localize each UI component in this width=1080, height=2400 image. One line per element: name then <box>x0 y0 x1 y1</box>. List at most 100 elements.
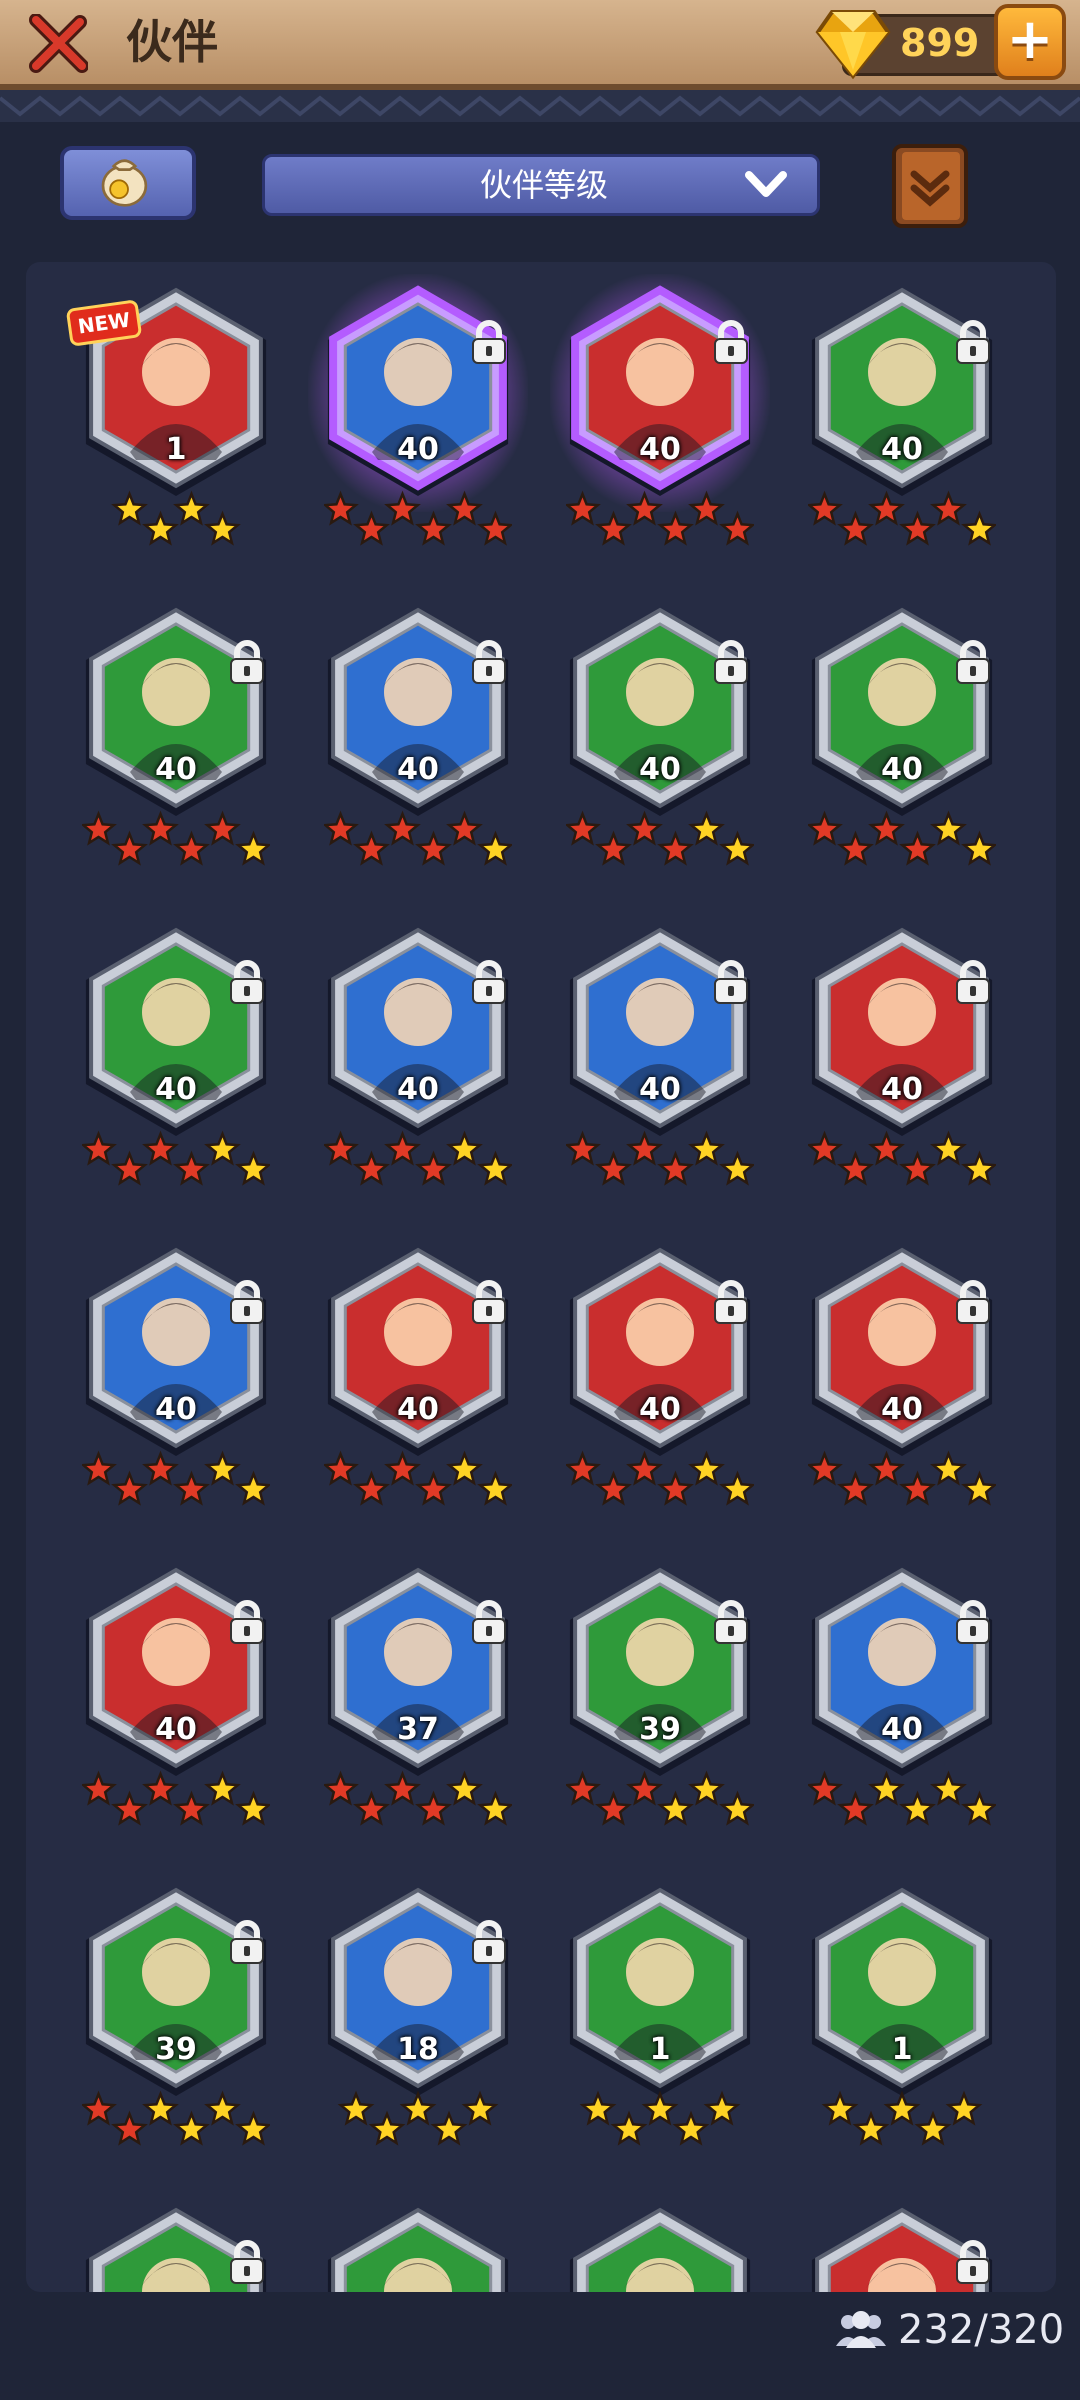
star-red <box>415 1470 452 1506</box>
group-icon <box>836 2311 886 2348</box>
lock-icon <box>714 320 748 364</box>
star-red <box>837 1470 874 1506</box>
star-red <box>82 1130 117 1166</box>
hero-portrait <box>569 285 751 496</box>
star-red <box>595 1790 632 1826</box>
star-gold <box>883 2090 921 2126</box>
hero-card[interactable]: 40 <box>78 1244 274 1534</box>
star-red <box>808 1770 843 1806</box>
hero-card[interactable]: 40 <box>78 924 274 1214</box>
add-gems-button[interactable]: + <box>994 4 1066 80</box>
hero-portrait <box>811 1247 993 1456</box>
lock-icon <box>472 1920 506 1964</box>
hero-card[interactable]: 40 <box>562 924 758 1214</box>
star-gold <box>235 830 270 866</box>
star-red <box>868 810 905 846</box>
star-gold <box>204 1770 241 1806</box>
star-gold <box>173 2110 210 2146</box>
hero-card[interactable] <box>562 2204 758 2292</box>
star-red <box>566 810 601 846</box>
hero-level: 40 <box>397 1072 439 1107</box>
hero-card[interactable]: 39 <box>78 1884 274 2174</box>
divider <box>0 90 1080 122</box>
hero-portrait <box>327 1887 509 2096</box>
hero-level: 40 <box>155 1392 197 1427</box>
lock-icon <box>472 1280 506 1324</box>
lock-icon <box>230 640 264 684</box>
star-red <box>173 830 210 866</box>
gem-icon <box>815 10 891 80</box>
star-red <box>204 810 241 846</box>
star-red <box>657 1150 694 1186</box>
hero-portrait <box>327 285 509 496</box>
star-gold <box>821 2090 859 2126</box>
star-gold <box>446 1450 483 1486</box>
hero-card[interactable]: 40 <box>804 924 1000 1214</box>
hero-card[interactable]: 40 <box>320 924 516 1214</box>
star-red <box>324 1450 359 1486</box>
hero-card[interactable] <box>804 2204 1000 2292</box>
star-red <box>173 1790 210 1826</box>
hero-level: 39 <box>639 1712 681 1747</box>
star-red <box>899 510 936 546</box>
hero-card[interactable]: 1 NEW <box>65 284 274 574</box>
hero-level: 40 <box>881 1072 923 1107</box>
star-red <box>353 1470 390 1506</box>
lock-icon <box>956 960 990 1004</box>
lock-icon <box>714 1600 748 1644</box>
star-gold <box>337 2090 375 2126</box>
star-red <box>626 490 663 526</box>
star-red <box>595 510 632 546</box>
star-gold <box>719 1790 754 1826</box>
lock-icon <box>714 1280 748 1324</box>
star-red <box>353 1150 390 1186</box>
hero-card[interactable] <box>78 2204 274 2292</box>
star-red <box>626 1130 663 1166</box>
hero-card[interactable] <box>320 2204 516 2292</box>
book-icon[interactable] <box>884 140 976 232</box>
hero-portrait <box>327 927 509 1136</box>
hero-card[interactable]: 40 <box>550 274 770 574</box>
star-gold <box>961 510 996 546</box>
hero-card[interactable]: 1 <box>804 1884 1000 2174</box>
coin-bag-button[interactable] <box>60 146 196 220</box>
star-gold <box>703 2090 741 2126</box>
star-gold <box>899 1790 936 1826</box>
hero-level: 40 <box>155 752 197 787</box>
hero-card[interactable]: 40 <box>562 1244 758 1534</box>
hero-portrait <box>569 607 751 816</box>
star-red <box>657 1470 694 1506</box>
hero-level: 1 <box>649 2032 671 2067</box>
hero-card[interactable]: 37 <box>320 1564 516 1854</box>
hero-card[interactable]: 39 <box>562 1564 758 1854</box>
sort-dropdown[interactable]: 伙伴等级 <box>262 154 820 216</box>
hero-level: 40 <box>639 1392 681 1427</box>
collection-count: 232/320 <box>898 2307 1065 2353</box>
hero-card[interactable]: 40 <box>78 1564 274 1854</box>
chevron-down-icon <box>745 171 787 197</box>
hero-card[interactable]: 40 <box>804 284 1000 574</box>
hero-card[interactable]: 40 <box>562 604 758 894</box>
star-gold <box>961 1470 996 1506</box>
star-red <box>173 1470 210 1506</box>
hero-portrait <box>569 1567 751 1776</box>
hero-card[interactable]: 40 <box>804 1564 1000 1854</box>
star-red <box>324 490 359 526</box>
hero-card[interactable]: 18 <box>320 1884 516 2174</box>
close-x-icon[interactable] <box>28 14 88 74</box>
star-gold <box>641 2090 679 2126</box>
hero-level: 40 <box>881 1712 923 1747</box>
hero-card[interactable]: 40 <box>320 1244 516 1534</box>
hero-card[interactable]: 40 <box>78 604 274 894</box>
hero-card[interactable]: 40 <box>804 1244 1000 1534</box>
star-red <box>626 1770 663 1806</box>
star-red <box>142 1770 179 1806</box>
hero-card[interactable]: 40 <box>308 274 528 574</box>
star-red <box>111 1150 148 1186</box>
hero-card[interactable]: 40 <box>320 604 516 894</box>
hero-card[interactable]: 40 <box>804 604 1000 894</box>
star-red <box>142 1130 179 1166</box>
star-red <box>446 810 483 846</box>
star-gold <box>142 510 179 546</box>
hero-card[interactable]: 1 <box>562 1884 758 2174</box>
